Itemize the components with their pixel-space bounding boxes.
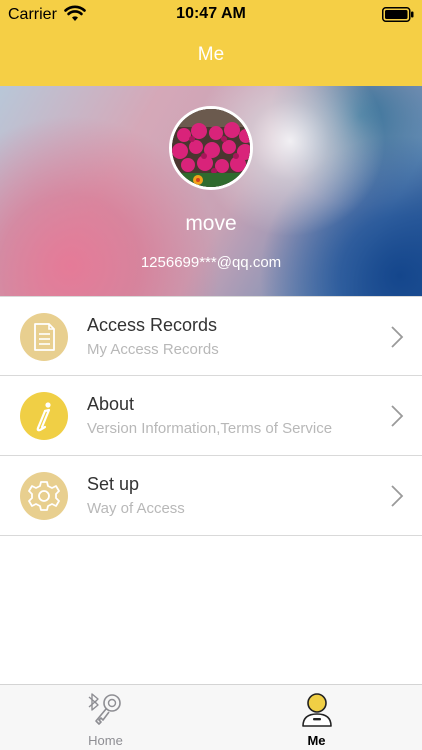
chevron-right-icon xyxy=(391,485,404,507)
menu-item-subtitle: My Access Records xyxy=(87,341,219,358)
tab-label: Home xyxy=(88,733,123,748)
tab-bar: Home Me xyxy=(0,684,422,750)
status-bar: Carrier 10:47 AM xyxy=(0,0,422,30)
username: move xyxy=(185,212,237,235)
chevron-right-icon xyxy=(391,405,404,427)
menu-item-access-records[interactable]: Access Records My Access Records xyxy=(0,296,422,376)
gear-icon xyxy=(20,472,68,520)
battery-icon xyxy=(382,7,414,22)
info-icon xyxy=(20,392,68,440)
menu-item-title: Set up xyxy=(87,474,140,494)
avatar[interactable] xyxy=(169,106,253,190)
page-title: Me xyxy=(197,44,225,65)
tab-home[interactable]: Home xyxy=(0,685,211,750)
navigation-bar: Carrier 10:47 AM Me xyxy=(0,0,422,86)
bluetooth-key-icon xyxy=(88,693,121,725)
person-icon xyxy=(302,693,332,727)
avatar-flower-image xyxy=(172,109,250,187)
document-icon xyxy=(20,313,68,361)
user-email: 1256699***@qq.com xyxy=(140,254,282,271)
profile-header: move 1256699***@qq.com xyxy=(0,86,422,296)
menu-item-title: Access Records xyxy=(87,315,218,335)
menu-item-title: About xyxy=(87,394,135,414)
menu-item-subtitle: Version Information,Terms of Service xyxy=(87,420,333,437)
tab-label: Me xyxy=(307,733,326,748)
menu-item-about[interactable]: About Version Information,Terms of Servi… xyxy=(0,376,422,456)
menu-list: Access Records My Access Records About V… xyxy=(0,296,422,536)
menu-item-subtitle: Way of Access xyxy=(87,500,185,517)
chevron-right-icon xyxy=(391,326,404,348)
tab-me[interactable]: Me xyxy=(211,685,422,750)
status-time: 10:47 AM xyxy=(176,5,246,22)
menu-item-set-up[interactable]: Set up Way of Access xyxy=(0,456,422,536)
